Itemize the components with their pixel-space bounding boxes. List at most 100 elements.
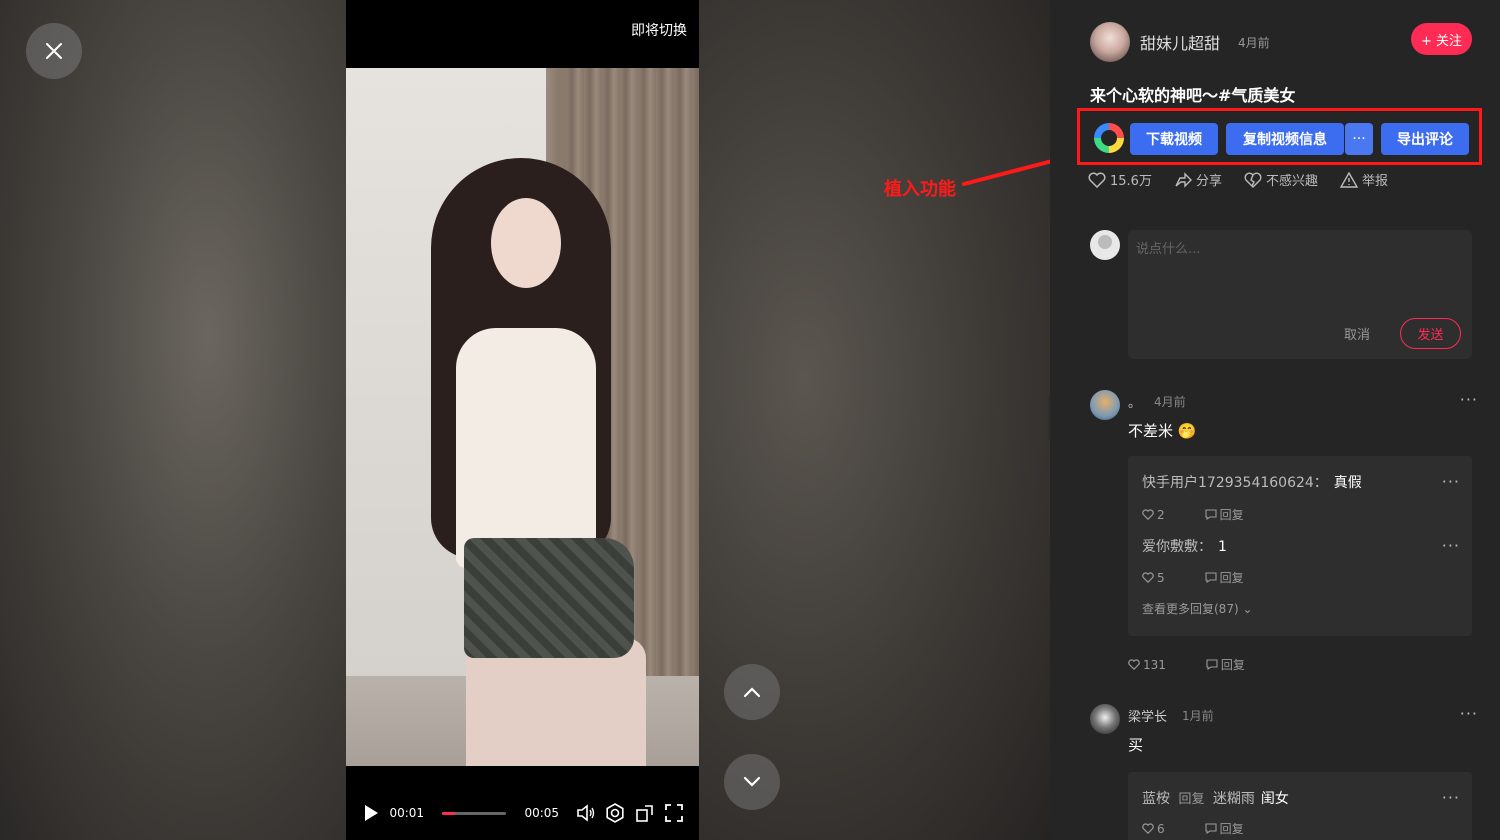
- comment-box: 取消 发送: [1128, 230, 1472, 359]
- reply-more-icon[interactable]: ···: [1442, 788, 1460, 807]
- total-time: 00:05: [524, 806, 560, 820]
- comment-meta: 131 回复: [1128, 656, 1245, 673]
- heart-icon: [1142, 572, 1154, 583]
- previous-video-button[interactable]: [724, 664, 780, 720]
- reply-reply-label: 回复: [1219, 822, 1244, 836]
- reply-target-user[interactable]: 迷糊雨: [1213, 791, 1255, 807]
- comment-item: 梁学长 1月前 ··· 买 蓝桉 回复 迷糊雨 闺女 ··· 6 回复: [1090, 704, 1480, 840]
- reply-meta: 6 回复: [1142, 820, 1244, 837]
- play-icon[interactable]: [360, 802, 381, 824]
- reply-like-button[interactable]: 6: [1142, 820, 1165, 837]
- cancel-button[interactable]: 取消: [1344, 324, 1370, 343]
- player-controls: 00:01 00:05: [346, 790, 699, 836]
- progress-bar[interactable]: [442, 811, 507, 815]
- video-caption: 来个心软的神吧～#气质美女: [1090, 86, 1296, 105]
- chevron-down-icon: [743, 776, 761, 787]
- comment-icon: [1205, 509, 1217, 520]
- video-subject-top: [456, 328, 596, 568]
- reply-like-count: 2: [1157, 507, 1165, 522]
- share-icon: [1175, 171, 1192, 188]
- reply-user[interactable]: 快手用户1729354160624：: [1142, 475, 1328, 491]
- comment-text: 不差米 🤭: [1128, 422, 1197, 440]
- settings-icon[interactable]: [605, 802, 626, 824]
- comment-avatar[interactable]: [1090, 704, 1120, 734]
- reply-to-word: 回复: [1178, 792, 1205, 807]
- like-count: 15.6万: [1110, 174, 1152, 189]
- reply-like-button[interactable]: 5: [1142, 569, 1165, 586]
- reply-text: 闺女: [1260, 791, 1289, 807]
- comment-icon: [1206, 659, 1218, 670]
- switch-tip: 即将切换: [631, 23, 687, 39]
- heart-icon: [1128, 659, 1140, 670]
- comment-more-icon[interactable]: ···: [1460, 390, 1478, 409]
- video-subject-skirt: [464, 538, 634, 658]
- video-subject-face: [491, 198, 561, 288]
- export-comments-button[interactable]: 导出评论: [1381, 123, 1469, 155]
- author-avatar[interactable]: [1090, 22, 1130, 62]
- reply-like-button[interactable]: 2: [1142, 506, 1165, 523]
- reply-more-icon[interactable]: ···: [1442, 536, 1460, 555]
- download-video-button[interactable]: 下载视频: [1130, 123, 1218, 155]
- follow-button[interactable]: + 关注: [1410, 23, 1472, 55]
- reply-reply-button[interactable]: 回复: [1205, 820, 1244, 837]
- reply-item: 蓝桉 回复 迷糊雨 闺女: [1142, 788, 1289, 808]
- heart-icon: [1142, 823, 1154, 834]
- rotate-icon[interactable]: [634, 802, 655, 824]
- next-video-button[interactable]: [724, 754, 780, 810]
- current-time: 00:01: [389, 806, 425, 820]
- close-button[interactable]: [26, 23, 82, 79]
- plugin-toolbar: 下载视频 复制视频信息 ··· 导出评论: [1077, 108, 1482, 165]
- not-interested-action[interactable]: 不感兴趣: [1244, 170, 1318, 189]
- video-frame[interactable]: [346, 68, 699, 766]
- volume-icon[interactable]: [575, 802, 596, 824]
- comment-input[interactable]: [1136, 238, 1464, 308]
- plugin-logo-icon: [1094, 123, 1124, 153]
- reply-item: 爱你敷敷： 1: [1142, 536, 1227, 556]
- author-name[interactable]: 甜妹儿超甜: [1140, 30, 1220, 54]
- close-icon: [46, 43, 62, 59]
- comment-item: 。 4月前 ··· 不差米 🤭 快手用户1729354160624： 真假 ···…: [1090, 390, 1480, 680]
- copy-video-info-button[interactable]: 复制视频信息: [1226, 123, 1344, 155]
- comment-user-name[interactable]: 。: [1128, 392, 1141, 411]
- progress-fill: [442, 811, 455, 815]
- reply-text: 1: [1218, 539, 1227, 555]
- comment-more-icon[interactable]: ···: [1460, 704, 1478, 723]
- plugin-more-button[interactable]: ···: [1345, 123, 1373, 155]
- chevron-up-icon: [743, 687, 761, 698]
- fullscreen-icon[interactable]: [663, 802, 684, 824]
- comment-like-count: 131: [1143, 657, 1166, 672]
- reply-reply-button[interactable]: 回复: [1205, 506, 1244, 523]
- report-action[interactable]: 举报: [1339, 170, 1388, 189]
- comment-reply-button[interactable]: 回复: [1206, 656, 1245, 673]
- not-interested-label: 不感兴趣: [1265, 174, 1318, 189]
- current-user-avatar: [1090, 230, 1120, 260]
- post-time: 4月前: [1238, 35, 1270, 50]
- reply-list: 快手用户1729354160624： 真假 ··· 2 回复 爱你敷敷： 1 ···…: [1128, 456, 1472, 636]
- comment-reply-label: 回复: [1220, 658, 1245, 672]
- broken-heart-icon: [1244, 172, 1262, 188]
- comment-user-name[interactable]: 梁学长: [1128, 706, 1167, 725]
- blurred-background-left: [0, 0, 346, 840]
- send-button[interactable]: 发送: [1400, 318, 1461, 349]
- reply-like-count: 6: [1157, 821, 1165, 836]
- side-panel: 甜妹儿超甜 4月前 + 关注 来个心软的神吧～#气质美女 下载视频 复制视频信息…: [1050, 0, 1500, 840]
- view-more-replies-link[interactable]: 查看更多回复(87) ⌄: [1142, 600, 1253, 617]
- share-action[interactable]: 分享: [1174, 170, 1222, 189]
- reply-like-count: 5: [1157, 570, 1165, 585]
- reply-more-icon[interactable]: ···: [1442, 472, 1460, 491]
- comment-like-button[interactable]: 131: [1128, 656, 1166, 673]
- reply-text: 真假: [1333, 475, 1362, 491]
- like-action[interactable]: 15.6万: [1088, 170, 1152, 189]
- comment-avatar[interactable]: [1090, 390, 1120, 420]
- heart-icon: [1088, 172, 1106, 188]
- reply-reply-button[interactable]: 回复: [1205, 569, 1244, 586]
- video-player[interactable]: 即将切换 00:01 00:05: [346, 0, 699, 840]
- comment-text: 买: [1128, 736, 1144, 754]
- author-info: 甜妹儿超甜 4月前: [1090, 22, 1270, 62]
- reply-item: 快手用户1729354160624： 真假: [1142, 472, 1362, 492]
- comment-time: 4月前: [1154, 395, 1186, 409]
- reply-meta: 2 回复: [1142, 506, 1244, 523]
- reply-user[interactable]: 爱你敷敷：: [1142, 539, 1212, 555]
- reply-user[interactable]: 蓝桉: [1142, 791, 1170, 807]
- action-bar: 15.6万 分享 不感兴趣 举报: [1088, 170, 1388, 189]
